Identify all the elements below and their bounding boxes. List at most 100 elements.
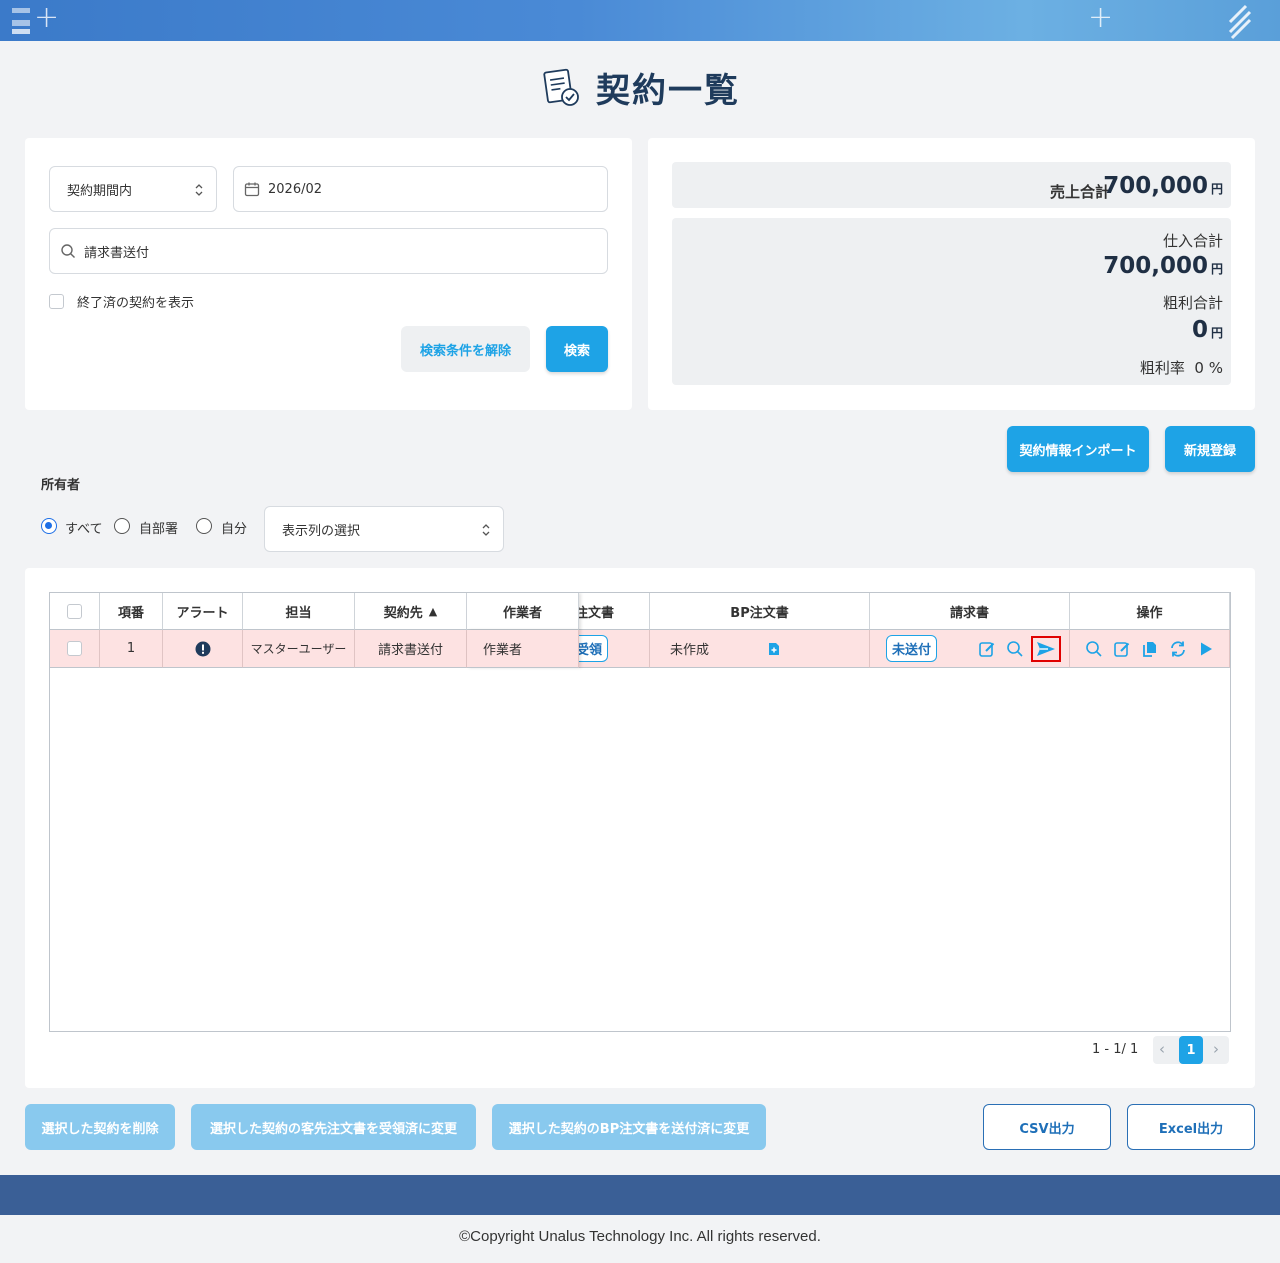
profit-total-label: 粗利合計 — [1162, 294, 1223, 312]
clear-search-button[interactable]: 検索条件を解除 — [401, 326, 530, 372]
column-header-bp-order[interactable]: BP注文書 — [650, 593, 870, 630]
profit-total-value: 0円 — [1192, 317, 1223, 343]
column-select-value: 表示列の選択 — [282, 523, 361, 539]
owner-option-all: すべて — [65, 522, 103, 537]
search-icon — [61, 244, 75, 258]
yen-unit: 円 — [1210, 262, 1223, 276]
mark-order-received-button[interactable]: 選択した契約の客先注文書を受領済に変更 — [191, 1104, 476, 1150]
period-select[interactable]: 契約期間内 — [49, 166, 217, 212]
column-header-person[interactable]: 担当 — [243, 593, 355, 630]
margin-rate-label: 粗利率 — [1139, 359, 1185, 377]
page-title: 契約一覧 — [596, 70, 740, 111]
column-header-operations: 操作 — [1070, 593, 1230, 630]
search-panel: 契約期間内 2026/02 請求書送付 終了済の契約を表示 検索条件を解除 検索 — [25, 138, 632, 410]
import-contracts-button[interactable]: 契約情報インポート — [1007, 426, 1149, 472]
send-invoice-icon[interactable] — [1031, 635, 1062, 662]
purchase-total-label: 仕入合計 — [1162, 232, 1223, 250]
pagination-range: 1 - 1/ 1 — [1092, 1042, 1139, 1057]
mark-bp-order-sent-button[interactable]: 選択した契約のBP注文書を送付済に変更 — [492, 1104, 766, 1150]
column-header-client-label: 契約先 — [383, 605, 423, 621]
row-no-cell: 1 — [100, 630, 163, 668]
stripes-deco-icon — [1228, 4, 1252, 40]
person-cell: マスターユーザー — [243, 630, 355, 668]
sort-ascending-icon: ▲ — [428, 604, 438, 618]
sales-total-box: 売上合計 700,000 円 — [672, 162, 1231, 208]
plus-deco-icon: + — [1088, 0, 1114, 35]
plus-deco-icon: + — [34, 0, 60, 35]
row-select-cell — [50, 630, 100, 668]
edit-invoice-icon[interactable] — [977, 639, 997, 659]
contract-table: 注文書 BP注文書 請求書 操作 受領 未作成 未送付 項番 アラート 担当 契… — [49, 592, 1231, 1032]
bp-order-status: 未作成 — [670, 643, 710, 658]
create-document-icon[interactable] — [767, 642, 781, 656]
edit-contract-icon[interactable] — [1112, 639, 1132, 659]
next-page-icon[interactable]: › — [1213, 1040, 1219, 1058]
delete-selected-button[interactable]: 選択した契約を削除 — [25, 1104, 175, 1150]
owner-label: 所有者 — [41, 478, 81, 493]
owner-radio-self[interactable] — [196, 518, 212, 534]
yen-unit: 円 — [1210, 326, 1223, 340]
month-input[interactable]: 2026/02 — [233, 166, 608, 212]
calendar-icon — [244, 182, 260, 197]
csv-export-button[interactable]: CSV出力 — [983, 1104, 1111, 1150]
keyword-search-input[interactable]: 請求書送付 — [49, 228, 608, 274]
sales-total-label: 売上合計 — [1049, 183, 1110, 201]
search-invoice-icon[interactable] — [1005, 639, 1025, 659]
operations-cell — [1070, 630, 1230, 668]
show-finished-label: 終了済の契約を表示 — [77, 296, 195, 311]
margin-rate: 粗利率 0 % — [1140, 357, 1223, 378]
purchase-total-number: 700,000 — [1103, 253, 1208, 279]
top-banner: + + — [0, 0, 1280, 41]
invoice-status-badge[interactable]: 未送付 — [886, 635, 938, 662]
keyword-search-value: 請求書送付 — [84, 245, 150, 261]
select-all-checkbox[interactable] — [67, 603, 82, 619]
summary-panel: 売上合計 700,000 円 仕入合計 700,000 円 粗利合計 0円 粗利率 … — [648, 138, 1255, 410]
column-select[interactable]: 表示列の選択 — [264, 506, 504, 552]
pagination-control: ‹ 1 › — [1153, 1036, 1229, 1064]
chevron-updown-icon — [195, 184, 203, 196]
chevron-updown-icon — [482, 524, 490, 536]
new-contract-button[interactable]: 新規登録 — [1165, 426, 1255, 472]
column-header-worker[interactable]: 作業者 — [467, 593, 579, 630]
sales-total-number: 700,000 — [1103, 173, 1208, 199]
period-select-value: 契約期間内 — [67, 183, 133, 199]
row-checkbox[interactable] — [67, 641, 82, 656]
column-header-client[interactable]: 契約先 ▲ — [355, 593, 467, 630]
bp-order-cell: 未作成 — [650, 630, 870, 668]
profit-total-number: 0 — [1191, 317, 1208, 343]
copy-contract-icon[interactable] — [1140, 639, 1160, 659]
page-header: 契約一覧 — [0, 62, 1280, 112]
column-header-invoice[interactable]: 請求書 — [870, 593, 1070, 630]
play-icon[interactable] — [1196, 639, 1216, 659]
owner-radio-department[interactable] — [114, 518, 130, 534]
renew-contract-icon[interactable] — [1168, 639, 1188, 659]
view-contract-icon[interactable] — [1084, 639, 1104, 659]
client-cell: 請求書送付 — [355, 630, 467, 668]
alert-cell — [163, 630, 243, 668]
owner-option-department: 自部署 — [139, 522, 179, 537]
column-header-alert[interactable]: アラート — [163, 593, 243, 630]
owner-option-self: 自分 — [221, 522, 248, 537]
excel-export-button[interactable]: Excel出力 — [1127, 1104, 1255, 1150]
yen-unit: 円 — [1210, 182, 1223, 196]
show-finished-checkbox[interactable]: 終了済の契約を表示 — [49, 292, 194, 311]
owner-radio-all[interactable] — [41, 518, 57, 534]
column-header-no[interactable]: 項番 — [100, 593, 163, 630]
invoice-cell: 未送付 — [870, 630, 1070, 668]
copyright-text: ©Copyright Unalus Technology Inc. All ri… — [459, 1228, 821, 1245]
checkbox[interactable] — [49, 294, 64, 309]
search-button[interactable]: 検索 — [546, 326, 608, 372]
contract-document-icon — [543, 68, 579, 106]
profit-summary-box: 仕入合計 700,000 円 粗利合計 0円 粗利率 0 % — [672, 218, 1231, 385]
footer-band — [0, 1175, 1280, 1215]
column-header-select-all — [50, 593, 100, 630]
prev-page-icon[interactable]: ‹ — [1159, 1040, 1165, 1058]
page-button-current[interactable]: 1 — [1179, 1036, 1203, 1064]
month-input-value: 2026/02 — [268, 181, 323, 197]
purchase-total-value: 700,000 円 — [1103, 253, 1223, 279]
menu-deco-icon — [12, 8, 30, 34]
worker-cell: 作業者 — [467, 630, 579, 668]
sales-total-value: 700,000 円 — [1103, 173, 1223, 199]
margin-rate-value: 0 % — [1194, 359, 1223, 377]
alert-icon[interactable] — [195, 641, 211, 657]
